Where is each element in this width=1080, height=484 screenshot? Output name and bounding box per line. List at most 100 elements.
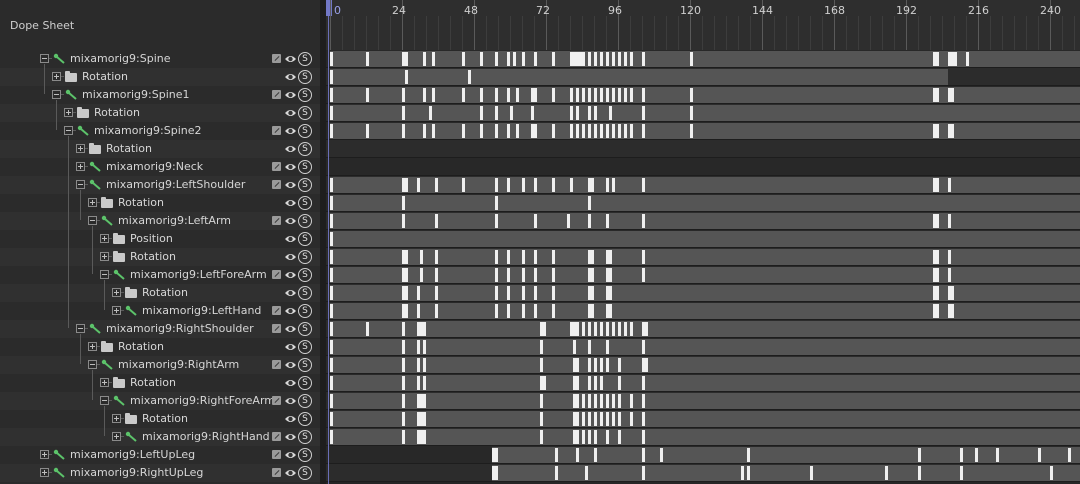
visibility-eye-icon[interactable]	[284, 179, 297, 191]
keyframe[interactable]	[432, 88, 435, 102]
tree-row[interactable]: mixamorig9:Spine2 S	[0, 122, 320, 140]
keyframe[interactable]	[588, 322, 591, 336]
keyframe[interactable]	[606, 340, 609, 354]
keyframe[interactable]	[420, 250, 423, 264]
keyframe[interactable]	[330, 358, 333, 372]
keyframe[interactable]	[600, 322, 603, 336]
keyframe[interactable]	[585, 466, 588, 480]
keyframe[interactable]	[495, 124, 498, 138]
tree-row[interactable]: Rotation S	[0, 140, 320, 158]
track-range[interactable]	[330, 105, 1080, 121]
keyframe[interactable]	[432, 124, 435, 138]
collapse-toggle[interactable]	[76, 324, 85, 333]
keyframe[interactable]	[507, 268, 510, 282]
keyframe[interactable]	[576, 322, 579, 336]
keyframe[interactable]	[606, 358, 609, 372]
solo-icon[interactable]: S	[298, 70, 312, 84]
tree-row[interactable]: mixamorig9:LeftShoulder S	[0, 176, 320, 194]
keyframe[interactable]	[576, 124, 579, 138]
keyframe[interactable]	[423, 430, 426, 444]
keyframe[interactable]	[588, 196, 591, 210]
keyframe[interactable]	[1050, 466, 1053, 480]
keyframe[interactable]	[591, 178, 594, 192]
track-range[interactable]	[330, 375, 1080, 391]
solo-icon[interactable]: S	[298, 178, 312, 192]
collapse-toggle[interactable]	[100, 270, 109, 279]
keyframe[interactable]	[417, 304, 420, 318]
keyframe[interactable]	[495, 214, 498, 228]
track-row[interactable]	[326, 104, 1080, 122]
keyframe[interactable]	[618, 88, 621, 102]
tree-row[interactable]: mixamorig9:LeftArm S	[0, 212, 320, 230]
keyframe[interactable]	[423, 412, 426, 426]
keyframe[interactable]	[618, 430, 621, 444]
keyframe[interactable]	[960, 466, 963, 480]
expand-toggle[interactable]	[112, 414, 121, 423]
keyframe[interactable]	[435, 250, 438, 264]
keyframe[interactable]	[552, 124, 555, 138]
keyframe[interactable]	[690, 52, 693, 66]
keyframe[interactable]	[480, 52, 483, 66]
visibility-eye-icon[interactable]	[284, 215, 297, 227]
keyframe[interactable]	[600, 412, 603, 426]
track-row[interactable]	[326, 356, 1080, 374]
keyframe[interactable]	[423, 340, 426, 354]
expand-toggle[interactable]	[40, 450, 49, 459]
keyframe[interactable]	[951, 286, 954, 300]
tree-row[interactable]: Position S	[0, 230, 320, 248]
keyframe[interactable]	[594, 124, 597, 138]
keyframe[interactable]	[507, 88, 510, 102]
expand-toggle[interactable]	[88, 342, 97, 351]
keyframe[interactable]	[573, 340, 576, 354]
keyframe[interactable]	[600, 124, 603, 138]
solo-icon[interactable]: S	[298, 142, 312, 156]
keyframe[interactable]	[330, 340, 333, 354]
expand-toggle[interactable]	[40, 468, 49, 477]
track-range[interactable]	[492, 447, 1080, 463]
keyframe[interactable]	[402, 358, 405, 372]
tree-row[interactable]: mixamorig9:RightShoulder S	[0, 320, 320, 338]
tree-row[interactable]: Rotation S	[0, 194, 320, 212]
visibility-eye-icon[interactable]	[284, 377, 297, 389]
keyframe[interactable]	[552, 52, 555, 66]
keyframe[interactable]	[330, 250, 333, 264]
visibility-eye-icon[interactable]	[284, 107, 297, 119]
keyframe[interactable]	[570, 178, 573, 192]
keyframe[interactable]	[948, 250, 951, 264]
keyframe[interactable]	[594, 322, 597, 336]
keyframe[interactable]	[495, 286, 498, 300]
keyframe[interactable]	[954, 52, 957, 66]
visibility-eye-icon[interactable]	[284, 413, 297, 425]
keyframe[interactable]	[435, 214, 438, 228]
track-row[interactable]	[326, 122, 1080, 140]
collapse-toggle[interactable]	[40, 54, 49, 63]
keyframe[interactable]	[594, 394, 597, 408]
keyframe[interactable]	[588, 106, 591, 120]
keyframe[interactable]	[534, 124, 537, 138]
keyframe[interactable]	[507, 250, 510, 264]
visibility-eye-icon[interactable]	[284, 197, 297, 209]
keyframe[interactable]	[417, 178, 420, 192]
visibility-eye-icon[interactable]	[284, 53, 297, 65]
tree-row[interactable]: mixamorig9:Neck S	[0, 158, 320, 176]
visibility-eye-icon[interactable]	[284, 305, 297, 317]
keyframe[interactable]	[630, 88, 633, 102]
keyframe[interactable]	[918, 466, 921, 480]
keyframe[interactable]	[600, 358, 603, 372]
solo-icon[interactable]: S	[298, 268, 312, 282]
keyframe[interactable]	[630, 412, 633, 426]
keyframe[interactable]	[591, 304, 594, 318]
keyframe[interactable]	[606, 178, 609, 192]
collapse-toggle[interactable]	[88, 216, 97, 225]
keyframe[interactable]	[423, 52, 426, 66]
keyframe[interactable]	[522, 250, 525, 264]
keyframe[interactable]	[402, 340, 405, 354]
expand-toggle[interactable]	[76, 144, 85, 153]
visibility-eye-icon[interactable]	[284, 359, 297, 371]
keyframe[interactable]	[420, 268, 423, 282]
keyframe[interactable]	[552, 250, 555, 264]
keyframe[interactable]	[951, 304, 954, 318]
keyframe[interactable]	[516, 124, 519, 138]
keyframe[interactable]	[534, 178, 537, 192]
keyframe[interactable]	[936, 250, 939, 264]
